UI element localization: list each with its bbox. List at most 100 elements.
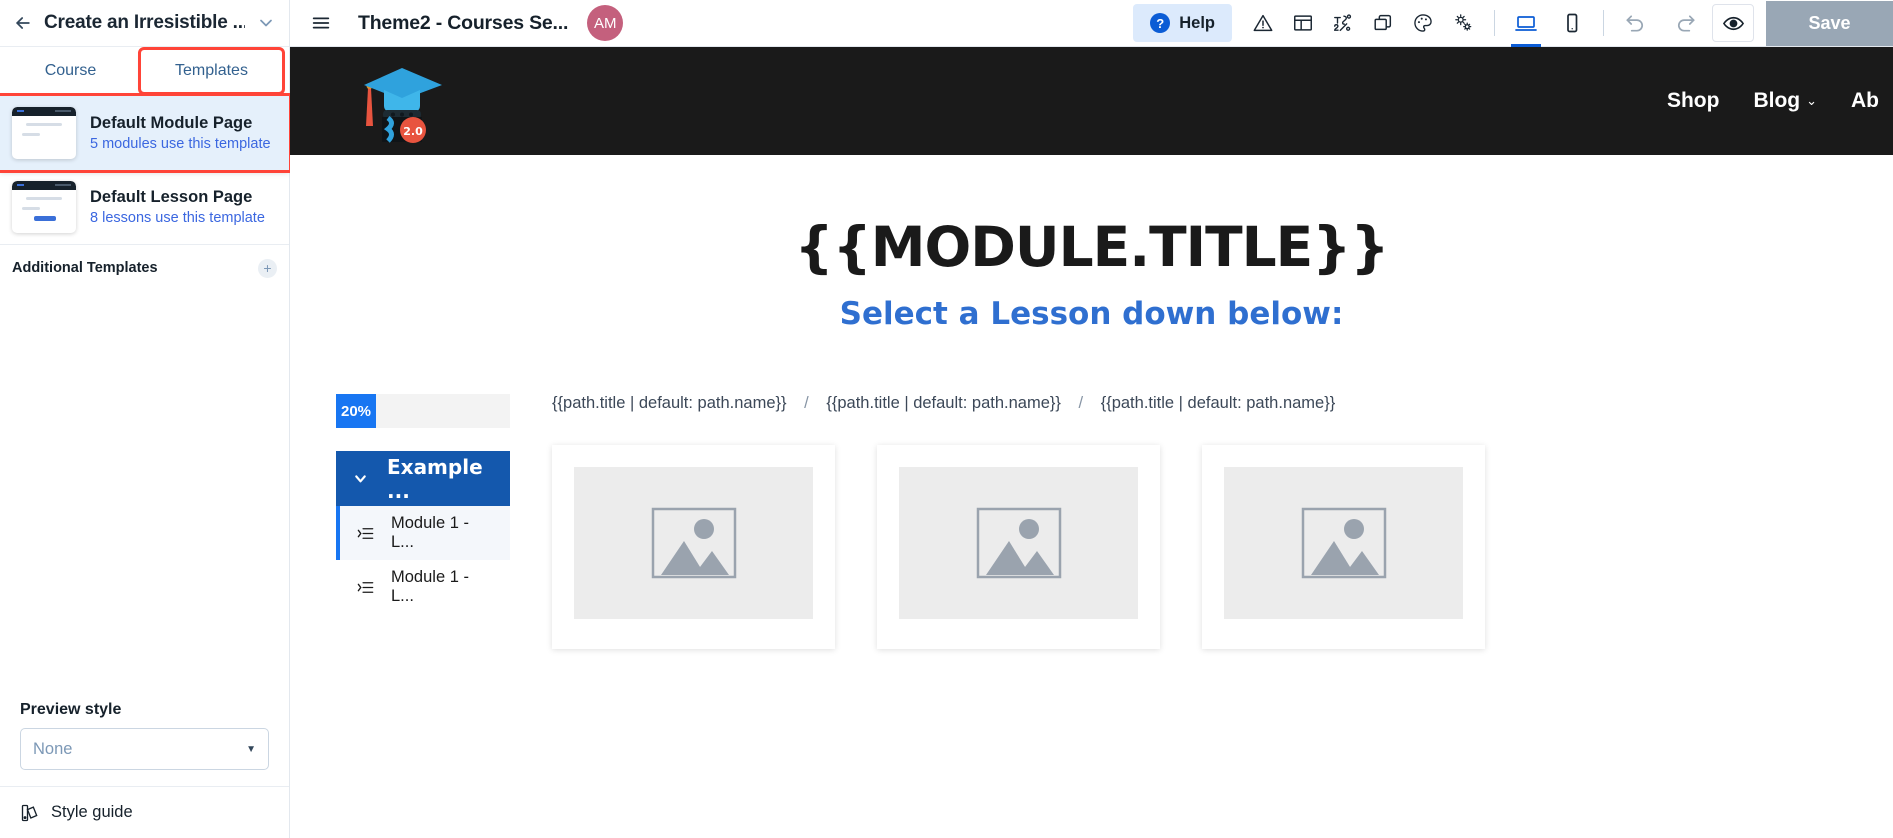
- course-card[interactable]: [877, 445, 1160, 649]
- card-grid: [552, 445, 1893, 649]
- chevron-down-icon: [352, 470, 369, 487]
- redo-icon[interactable]: [1668, 6, 1702, 40]
- site-logo[interactable]: 2.0: [342, 58, 454, 144]
- device-toggle-group: [1509, 6, 1589, 47]
- template-usage: 8 lessons use this template: [90, 210, 265, 226]
- question-mark-icon: ?: [1150, 13, 1171, 33]
- app-root: Create an Irresistible ... Course Templa…: [0, 0, 1893, 838]
- tab-course[interactable]: Course: [0, 47, 141, 95]
- additional-templates-section: Additional Templates +: [0, 245, 289, 291]
- nav-link-about-label: Ab: [1851, 89, 1879, 112]
- template-list: Default Module Page 5 modules use this t…: [0, 93, 292, 244]
- breadcrumb-item[interactable]: {{path.title | default: path.name}}: [826, 394, 1061, 412]
- avatar[interactable]: AM: [587, 5, 624, 41]
- toolbar-icon-group: [1246, 6, 1480, 40]
- nav-link-shop-label: Shop: [1666, 89, 1720, 112]
- tab-templates[interactable]: Templates: [138, 47, 285, 95]
- accordion-item-label: Module 1 - L...: [391, 568, 469, 605]
- nav-link-shop[interactable]: Shop: [1667, 89, 1720, 113]
- left-sidebar: Create an Irresistible ... Course Templa…: [0, 0, 292, 838]
- breadcrumb-item[interactable]: {{path.title | default: path.name}}: [1101, 394, 1336, 412]
- image-placeholder-icon: [574, 467, 813, 619]
- top-toolbar: Theme2 - Courses Se... AM ? Help Save: [290, 0, 1893, 47]
- chevron-down-icon: ⌄: [1806, 93, 1817, 108]
- course-card[interactable]: [1202, 445, 1485, 649]
- site-navigation: Shop Blog ⌄ Ab: [1667, 89, 1879, 113]
- template-name: Default Module Page: [90, 114, 253, 132]
- sidebar-tabs: Course Templates: [0, 47, 289, 96]
- caret-down-icon: ▼: [246, 743, 256, 755]
- style-guide-icon: [20, 803, 40, 823]
- editor-title: Theme2 - Courses Se...: [358, 11, 569, 34]
- additional-templates-label: Additional Templates: [12, 260, 158, 276]
- template-usage: 5 modules use this template: [90, 136, 271, 152]
- svg-text:2.0: 2.0: [403, 125, 423, 138]
- help-button[interactable]: ? Help: [1133, 4, 1232, 42]
- preview-style-label: Preview style: [20, 701, 122, 718]
- progress-value: 20%: [336, 394, 376, 428]
- typography-icon[interactable]: [1326, 6, 1360, 40]
- undo-icon[interactable]: [1618, 6, 1652, 40]
- image-placeholder-icon: [1224, 467, 1463, 619]
- accordion-item[interactable]: Module 1 - L...: [336, 506, 510, 560]
- course-card[interactable]: [552, 445, 835, 649]
- preview-style-value: None: [33, 739, 73, 758]
- course-progress-widget: 20% Example ... Module 1 - L... Module 1…: [336, 394, 510, 649]
- site-header: 2.0 Shop Blog ⌄ Ab: [290, 47, 1893, 155]
- hero-title: {{MODULE.TITLE}}: [794, 215, 1389, 279]
- settings-gears-icon[interactable]: [1446, 6, 1480, 40]
- template-item-default-lesson-page[interactable]: Default Lesson Page 8 lessons use this t…: [0, 170, 289, 244]
- desktop-icon[interactable]: [1509, 6, 1543, 47]
- accordion-header[interactable]: Example ...: [336, 451, 510, 506]
- plus-icon[interactable]: +: [258, 258, 277, 278]
- chevron-down-icon[interactable]: [255, 12, 277, 34]
- style-guide-button[interactable]: Style guide: [0, 786, 289, 838]
- toolbar-divider-2: [1603, 10, 1604, 36]
- breadcrumb-item[interactable]: {{path.title | default: path.name}}: [552, 394, 787, 412]
- hero-section: {{MODULE.TITLE}} Select a Lesson down be…: [290, 155, 1893, 332]
- duplicate-icon[interactable]: [1366, 6, 1400, 40]
- warning-triangle-icon[interactable]: [1246, 6, 1280, 40]
- template-item-default-module-page[interactable]: Default Module Page 5 modules use this t…: [0, 93, 292, 173]
- image-placeholder-icon: [899, 467, 1138, 619]
- mobile-icon[interactable]: [1555, 6, 1589, 40]
- breadcrumb-separator: /: [804, 394, 809, 412]
- save-label: Save: [1808, 12, 1851, 33]
- style-guide-label: Style guide: [51, 803, 133, 821]
- nav-link-about[interactable]: Ab: [1851, 89, 1879, 113]
- template-thumbnail: [12, 107, 76, 159]
- editor-canvas: 2.0 Shop Blog ⌄ Ab {{MODULE.TITLE}} Selec…: [290, 47, 1893, 838]
- lower-section: 20% Example ... Module 1 - L... Module 1…: [290, 394, 1893, 649]
- list-indent-icon: [356, 524, 375, 543]
- main-pane: Theme2 - Courses Se... AM ? Help Save 2.…: [290, 0, 1893, 838]
- progress-bar: 20%: [336, 394, 510, 428]
- help-label: Help: [1179, 13, 1215, 32]
- palette-icon[interactable]: [1406, 6, 1440, 40]
- preview-button[interactable]: [1712, 4, 1754, 42]
- hamburger-menu-icon[interactable]: [304, 6, 338, 40]
- hero-subtitle: Select a Lesson down below:: [839, 296, 1344, 332]
- nav-link-blog[interactable]: Blog ⌄: [1753, 89, 1817, 113]
- template-thumbnail: [12, 181, 76, 233]
- layout-panel-icon[interactable]: [1286, 6, 1320, 40]
- breadcrumb: {{path.title | default: path.name}} / {{…: [552, 394, 1893, 413]
- toolbar-divider: [1494, 10, 1495, 36]
- list-indent-icon: [356, 578, 375, 597]
- cards-column: {{path.title | default: path.name}} / {{…: [510, 394, 1893, 649]
- template-name: Default Lesson Page: [90, 188, 253, 206]
- save-button[interactable]: Save: [1766, 0, 1893, 46]
- sidebar-header: Create an Irresistible ...: [0, 0, 289, 47]
- tab-course-label: Course: [44, 62, 97, 79]
- page-title: Create an Irresistible ...: [44, 12, 245, 33]
- history-group: [1618, 6, 1702, 40]
- eye-icon: [1722, 12, 1745, 35]
- tab-templates-label: Templates: [175, 62, 248, 79]
- nav-link-blog-label: Blog: [1753, 89, 1801, 112]
- accordion-header-label: Example ...: [387, 454, 483, 503]
- preview-style-select[interactable]: None ▼: [20, 728, 269, 770]
- accordion-item-label: Module 1 - L...: [391, 514, 469, 551]
- accordion-item[interactable]: Module 1 - L...: [336, 560, 510, 614]
- arrow-left-icon[interactable]: [12, 12, 34, 34]
- preview-style-section: Preview style None ▼: [0, 701, 289, 786]
